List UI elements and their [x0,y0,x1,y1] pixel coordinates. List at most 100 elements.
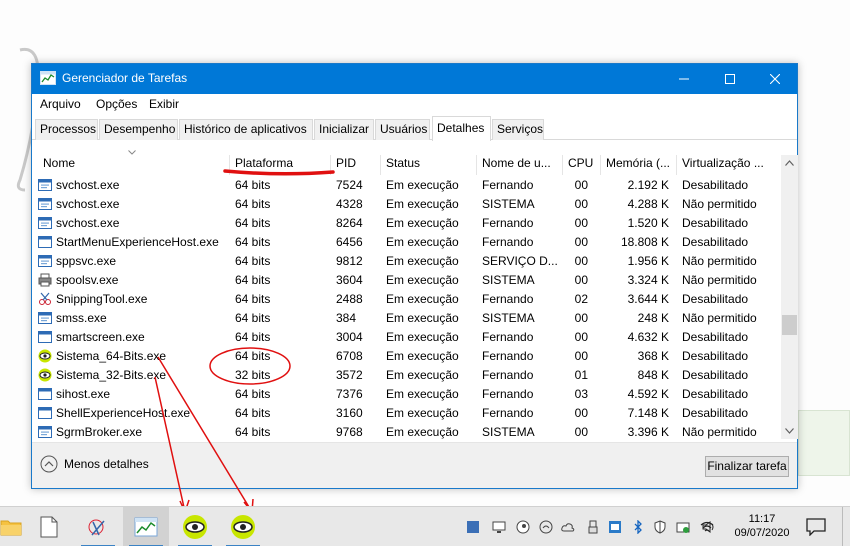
table-row[interactable]: Sistema_64-Bits.exe 64 bits 6708 Em execuçã… [32,347,782,366]
cell-memory: 368 K [637,349,669,363]
cell-cpu: 00 [574,216,588,230]
table-row[interactable]: smss.exe 64 bits 384 Em execução SISTEMA 00 24… [32,309,782,328]
table-row[interactable]: svchost.exe 64 bits 4328 Em execução SISTEMA… [32,195,782,214]
cell-pid: 9812 [336,254,363,268]
taskbar-clock[interactable]: 11:17 09/07/2020 [727,512,797,540]
less-details-label: Menos detalhes [64,457,149,471]
cell-platform: 64 bits [235,425,271,439]
end-task-button[interactable]: Finalizar tarefa [705,456,789,477]
taskbar-task-manager[interactable] [123,507,169,546]
window-title: Gerenciador de Tarefas [62,71,188,85]
notification-center-icon[interactable] [806,518,826,536]
scroll-down-icon[interactable] [785,428,794,434]
taskbar-notepad[interactable] [26,507,72,546]
table-row[interactable]: Sistema_32-Bits.exe 32 bits 3572 Em execuçã… [32,366,782,385]
security-icon[interactable] [676,520,690,534]
wifi-app-icon[interactable] [539,520,553,534]
column-header-nome[interactable]: Nome [32,155,229,175]
bluetooth-icon[interactable] [631,520,645,534]
app-window-icon [38,406,52,420]
column-header-memoria[interactable]: Memória (... [600,155,676,175]
service-window-icon [38,216,52,230]
shield-icon[interactable] [653,520,667,534]
table-row[interactable]: smartscreen.exe 64 bits 3004 Em execução Fer… [32,328,782,347]
scrollbar-thumb[interactable] [782,315,797,335]
cell-name: sihost.exe [56,387,111,401]
cell-virtualization: Desabilitado [682,292,749,306]
table-row[interactable]: sppsvc.exe 64 bits 9812 Em execução SERVIÇO … [32,252,782,271]
title-bar[interactable]: Gerenciador de Tarefas [32,64,797,94]
tab-servicos[interactable]: Serviços [492,119,544,140]
close-button[interactable] [752,64,798,94]
monitor-icon[interactable] [492,520,506,534]
column-header-cpu[interactable]: CPU [562,155,600,175]
cell-status: Em execução [386,425,459,439]
column-header-plataforma[interactable]: Plataforma [229,155,330,175]
cell-cpu: 00 [574,425,588,439]
volume-icon[interactable] [702,520,716,534]
column-header-pid[interactable]: PID [330,155,380,175]
tab-historico[interactable]: Histórico de aplicativos [179,119,313,140]
eye-icon [38,349,52,363]
table-row[interactable]: sihost.exe 64 bits 7376 Em execução Fernando… [32,385,782,404]
scroll-up-icon[interactable] [785,160,794,166]
maximize-icon [725,74,735,84]
tab-desempenho[interactable]: Desempenho [99,119,178,140]
column-header-usuario[interactable]: Nome de u... [476,155,562,175]
cloud-icon[interactable] [561,520,575,534]
table-row[interactable]: SgrmBroker.exe 64 bits 9768 Em execução SIST… [32,423,782,442]
cell-virtualization: Não permitido [682,425,757,439]
tab-usuarios[interactable]: Usuários [375,119,430,140]
app-window-icon [38,235,52,249]
menu-opcoes[interactable]: Opções [96,97,137,111]
cell-name: svchost.exe [56,216,120,230]
cell-platform: 64 bits [235,273,271,287]
taskbar-sistema-64[interactable] [172,507,218,546]
tab-inicializar[interactable]: Inicializar [314,119,374,140]
tab-processos[interactable]: Processos [35,119,98,140]
cell-status: Em execução [386,349,459,363]
table-row[interactable]: ShellExperienceHost.exe 64 bits 3160 Em exe… [32,404,782,423]
cell-virtualization: Desabilitado [682,349,749,363]
cell-name: SnippingTool.exe [56,292,148,306]
table-row[interactable]: SnippingTool.exe 64 bits 2488 Em execução Fe… [32,290,782,309]
tab-detalhes[interactable]: Detalhes [432,116,491,141]
cell-status: Em execução [386,216,459,230]
network-app-icon[interactable] [608,520,622,534]
cell-virtualization: Desabilitado [682,235,749,249]
folder-icon [0,520,22,536]
vertical-scrollbar[interactable] [781,155,798,439]
cell-memory: 2.192 K [627,178,669,192]
menu-exibir[interactable]: Exibir [149,97,179,111]
cell-user: SISTEMA [482,273,535,287]
usb-icon[interactable] [586,520,600,534]
cell-user: Fernando [482,292,534,306]
maximize-button[interactable] [707,64,753,94]
table-row[interactable]: svchost.exe 64 bits 7524 Em execução Fernand… [32,176,782,195]
task-manager-icon [40,71,56,85]
cell-platform: 64 bits [235,292,271,306]
show-desktop-button[interactable] [842,507,850,546]
table-row[interactable]: svchost.exe 64 bits 8264 Em execução Fernand… [32,214,782,233]
table-row[interactable]: StartMenuExperienceHost.exe 64 bits 6456 Em… [32,233,782,252]
cell-cpu: 00 [574,406,588,420]
cell-virtualization: Não permitido [682,197,757,211]
eye-icon [183,515,207,539]
steam-icon[interactable] [516,520,530,534]
column-header-status[interactable]: Status [380,155,476,175]
taskbar-sistema-32[interactable] [220,507,266,546]
minimize-button[interactable] [661,64,707,94]
less-details-button[interactable]: Menos detalhes [40,455,149,473]
cell-memory: 4.288 K [627,197,669,211]
tablet-icon[interactable] [466,520,480,534]
cell-pid: 3160 [336,406,363,420]
table-row[interactable]: spoolsv.exe 64 bits 3604 Em execução SISTEMA… [32,271,782,290]
menu-arquivo[interactable]: Arquivo [40,97,81,111]
column-header-virtualizacao[interactable]: Virtualização ... [676,155,780,175]
cell-memory: 4.632 K [627,330,669,344]
cell-platform: 64 bits [235,235,271,249]
cell-platform: 64 bits [235,387,271,401]
cell-virtualization: Desabilitado [682,216,749,230]
printer-icon [38,273,52,287]
taskbar-snipping-tool[interactable] [75,507,121,546]
